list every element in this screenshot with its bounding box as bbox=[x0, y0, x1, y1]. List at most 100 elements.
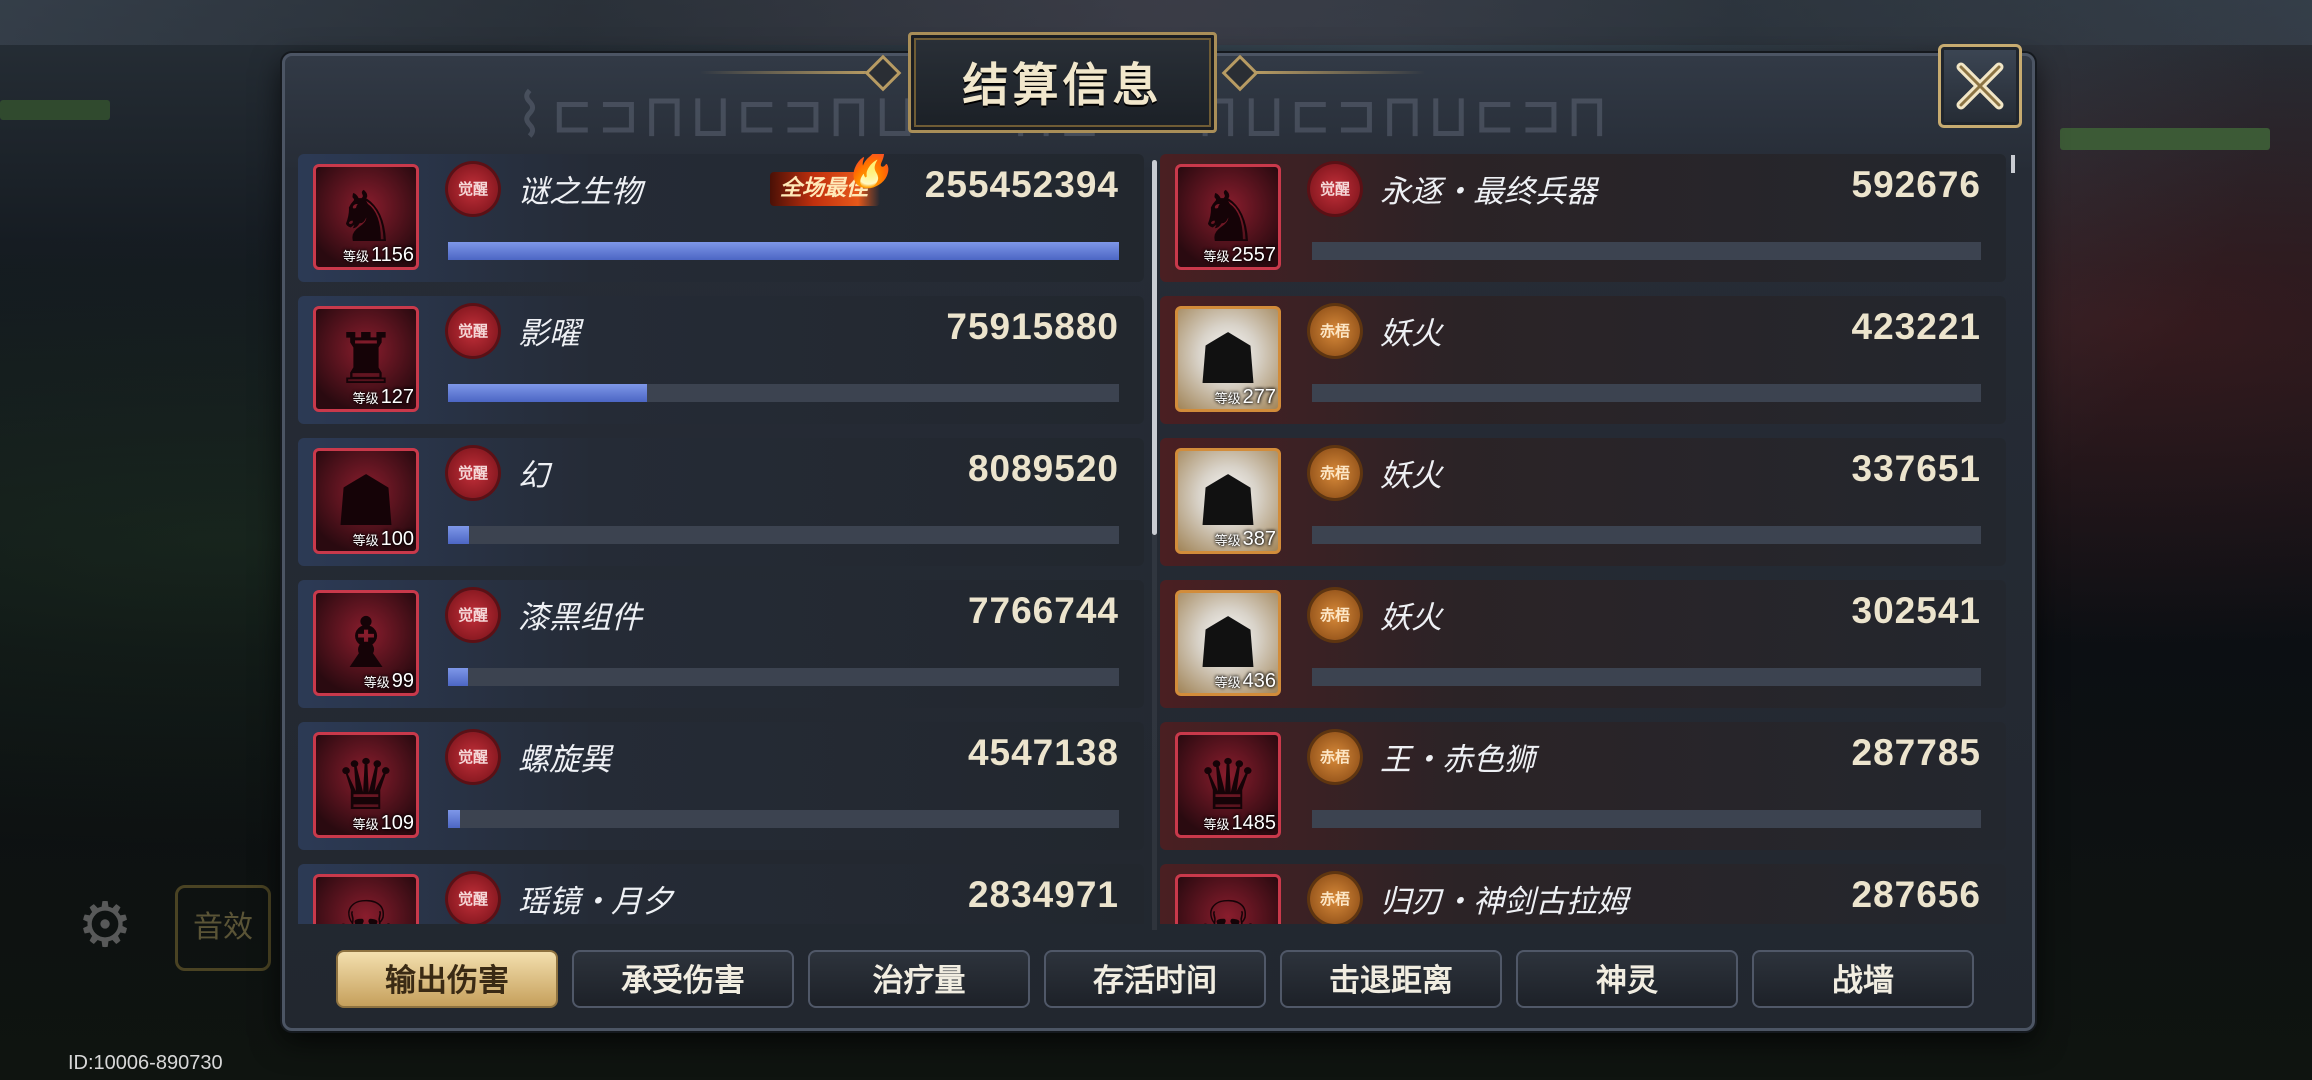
hero-name: 王・赤色狮 bbox=[1380, 742, 1535, 778]
hero-stat-row[interactable]: ♝ 等级 99 觉醒 漆黑组件 7766744 bbox=[298, 580, 1144, 708]
player-team-list[interactable]: ♞ 等级 1156 觉醒 谜之生物 全场最佳 🔥 255452394 ♜ 等级 127 觉醒 影曜 759… bbox=[298, 154, 1150, 924]
tab-5[interactable]: 击退距离 bbox=[1280, 950, 1502, 1008]
hero-silhouette-icon: ♞ bbox=[1196, 176, 1260, 258]
tab-6[interactable]: 神灵 bbox=[1516, 950, 1738, 1008]
damage-bar-track bbox=[448, 242, 1119, 260]
damage-bar-fill bbox=[448, 668, 469, 686]
hero-name: 影曜 bbox=[518, 316, 580, 352]
hero-portrait[interactable]: ☗ 等级 100 bbox=[313, 448, 419, 554]
hero-stat-row[interactable]: ♞ 等级 1156 觉醒 谜之生物 全场最佳 🔥 255452394 bbox=[298, 154, 1144, 282]
hero-silhouette-icon: ♛ bbox=[334, 744, 398, 826]
hero-level-value: 127 bbox=[380, 386, 414, 408]
hero-portrait[interactable]: ♜ 等级 127 bbox=[313, 306, 419, 412]
hero-stat-row[interactable]: ♛ 等级 109 觉醒 螺旋巽 4547138 bbox=[298, 722, 1144, 850]
hero-name: 螺旋巽 bbox=[518, 742, 611, 778]
hero-portrait[interactable]: ♝ 等级 99 bbox=[313, 590, 419, 696]
hero-level-label: 等级 bbox=[1214, 391, 1241, 406]
hero-level-label: 等级 bbox=[1214, 675, 1241, 690]
tab-4[interactable]: 存活时间 bbox=[1044, 950, 1266, 1008]
hero-stat-row[interactable]: ☗ 等级 100 觉醒幻 8089520 bbox=[298, 438, 1144, 566]
hero-stat-row[interactable]: ♛ 等级 1485 赤梧 王・赤色狮 287785 bbox=[1160, 722, 2006, 850]
title-plate: 结算信息 bbox=[908, 32, 1217, 133]
hero-stat-row[interactable]: ♞ 等级 2557 觉醒 永逐・最终兵器 592676 bbox=[1160, 154, 2006, 282]
tab-2[interactable]: 承受伤害 bbox=[572, 950, 794, 1008]
hero-portrait[interactable]: ♞ 等级 1156 bbox=[313, 164, 419, 270]
hero-stat-row[interactable]: ♜ 等级 127 觉醒 影曜 75915880 bbox=[298, 296, 1144, 424]
flame-icon: 🔥 bbox=[844, 154, 895, 190]
hero-portrait[interactable]: ♛ 等级 109 bbox=[313, 732, 419, 838]
damage-value: 302541 bbox=[1851, 590, 1981, 631]
damage-value: 255452394 bbox=[924, 164, 1119, 205]
hero-portrait[interactable]: ☗ 等级 436 bbox=[1175, 590, 1281, 696]
hero-level-label: 等级 bbox=[342, 249, 369, 264]
stat-tabs: 输出伤害 承受伤害 治疗量 存活时间 击退距离 神灵 战墙 bbox=[336, 950, 1986, 1010]
dialog-title: 结算信息 bbox=[962, 58, 1163, 112]
tab-3[interactable]: 治疗量 bbox=[808, 950, 1030, 1008]
hero-name: 永逐・最终兵器 bbox=[1380, 174, 1597, 210]
awaken-badge-icon: 赤梧 bbox=[1310, 874, 1360, 924]
hero-level: 等级 100 bbox=[353, 528, 414, 551]
hero-name: 幻 bbox=[518, 458, 549, 494]
tab-1[interactable]: 输出伤害 bbox=[336, 950, 558, 1008]
hero-stat-row[interactable]: ☠ 赤梧归刃・神剑古拉姆 287656 bbox=[1160, 864, 2006, 924]
damage-value: 75915880 bbox=[946, 306, 1119, 347]
hero-stat-row[interactable]: ☠ 觉醒瑶镜・月夕 2834971 bbox=[298, 864, 1144, 924]
hero-level-value: 1485 bbox=[1231, 812, 1277, 834]
hero-level: 等级 127 bbox=[353, 386, 414, 409]
hero-stat-row[interactable]: ☗ 等级 277 赤梧 妖火 423221 bbox=[1160, 296, 2006, 424]
hero-portrait[interactable]: ☗ 等级 387 bbox=[1175, 448, 1281, 554]
awaken-badge-icon: 觉醒 bbox=[448, 306, 498, 356]
tab-7[interactable]: 战墙 bbox=[1752, 950, 1974, 1008]
damage-value: 8089520 bbox=[967, 448, 1119, 489]
damage-value: 7766744 bbox=[967, 590, 1119, 631]
title-wing-left bbox=[700, 54, 908, 92]
hero-name: 妖火 bbox=[1380, 316, 1442, 352]
damage-bar-track bbox=[1312, 242, 1981, 260]
hero-name: 漆黑组件 bbox=[518, 600, 642, 636]
hero-portrait[interactable]: ☠ bbox=[313, 874, 419, 924]
damage-bar-fill bbox=[448, 526, 470, 544]
hero-level: 等级 387 bbox=[1215, 528, 1276, 551]
hero-level-value: 436 bbox=[1242, 670, 1276, 692]
hero-level-label: 等级 bbox=[363, 675, 390, 690]
hero-portrait[interactable]: ♛ 等级 1485 bbox=[1175, 732, 1281, 838]
hero-level-label: 等级 bbox=[1214, 533, 1241, 548]
hero-level: 等级 1156 bbox=[343, 244, 414, 267]
hero-portrait[interactable]: ☠ bbox=[1175, 874, 1281, 924]
damage-bar-fill bbox=[448, 242, 1119, 260]
sound-button[interactable]: 音效 bbox=[175, 885, 271, 971]
hero-level-value: 99 bbox=[391, 670, 414, 692]
hero-stat-row[interactable]: ☗ 等级 436 赤梧 妖火 302541 bbox=[1160, 580, 2006, 708]
enemy-scrollbar-thumb[interactable] bbox=[2011, 155, 2015, 173]
close-button[interactable] bbox=[1938, 44, 2022, 128]
damage-value: 287785 bbox=[1851, 732, 1981, 773]
awaken-badge-icon: 觉醒 bbox=[448, 164, 498, 214]
awaken-badge-icon: 赤梧 bbox=[1310, 448, 1360, 498]
damage-value: 287656 bbox=[1851, 874, 1981, 915]
hero-silhouette-icon: ☠ bbox=[335, 892, 398, 924]
hero-portrait[interactable]: ♞ 等级 2557 bbox=[1175, 164, 1281, 270]
hero-portrait[interactable]: ☗ 等级 277 bbox=[1175, 306, 1281, 412]
background-health-bar bbox=[2060, 128, 2270, 150]
hero-silhouette-icon: ☗ bbox=[1196, 318, 1260, 400]
hero-name: 归刃・神剑古拉姆 bbox=[1380, 884, 1628, 920]
gear-icon[interactable]: ⚙ bbox=[70, 890, 140, 960]
title-banner: 结算信息 bbox=[700, 22, 1425, 133]
list-scrollbar-thumb[interactable] bbox=[1152, 160, 1157, 535]
hero-level: 等级 109 bbox=[353, 812, 414, 835]
hero-level-label: 等级 bbox=[1203, 817, 1230, 832]
close-icon bbox=[1956, 62, 2004, 110]
hero-level: 等级 99 bbox=[364, 670, 414, 693]
hero-stat-row[interactable]: ☗ 等级 387 赤梧 妖火 337651 bbox=[1160, 438, 2006, 566]
damage-bar-track bbox=[448, 668, 1119, 686]
damage-bar-track bbox=[448, 810, 1119, 828]
hero-level-label: 等级 bbox=[352, 391, 379, 406]
hero-level-value: 109 bbox=[380, 812, 414, 834]
hero-silhouette-icon: ☗ bbox=[1196, 602, 1260, 684]
damage-bar-track bbox=[448, 526, 1119, 544]
damage-value: 423221 bbox=[1851, 306, 1981, 347]
enemy-team-list[interactable]: ♞ 等级 2557 觉醒 永逐・最终兵器 592676 ☗ 等级 277 赤梧 妖火 423221 ☗ 等… bbox=[1160, 154, 2012, 924]
hero-level-label: 等级 bbox=[352, 533, 379, 548]
awaken-badge-icon: 赤梧 bbox=[1310, 306, 1360, 356]
damage-value: 592676 bbox=[1851, 164, 1981, 205]
